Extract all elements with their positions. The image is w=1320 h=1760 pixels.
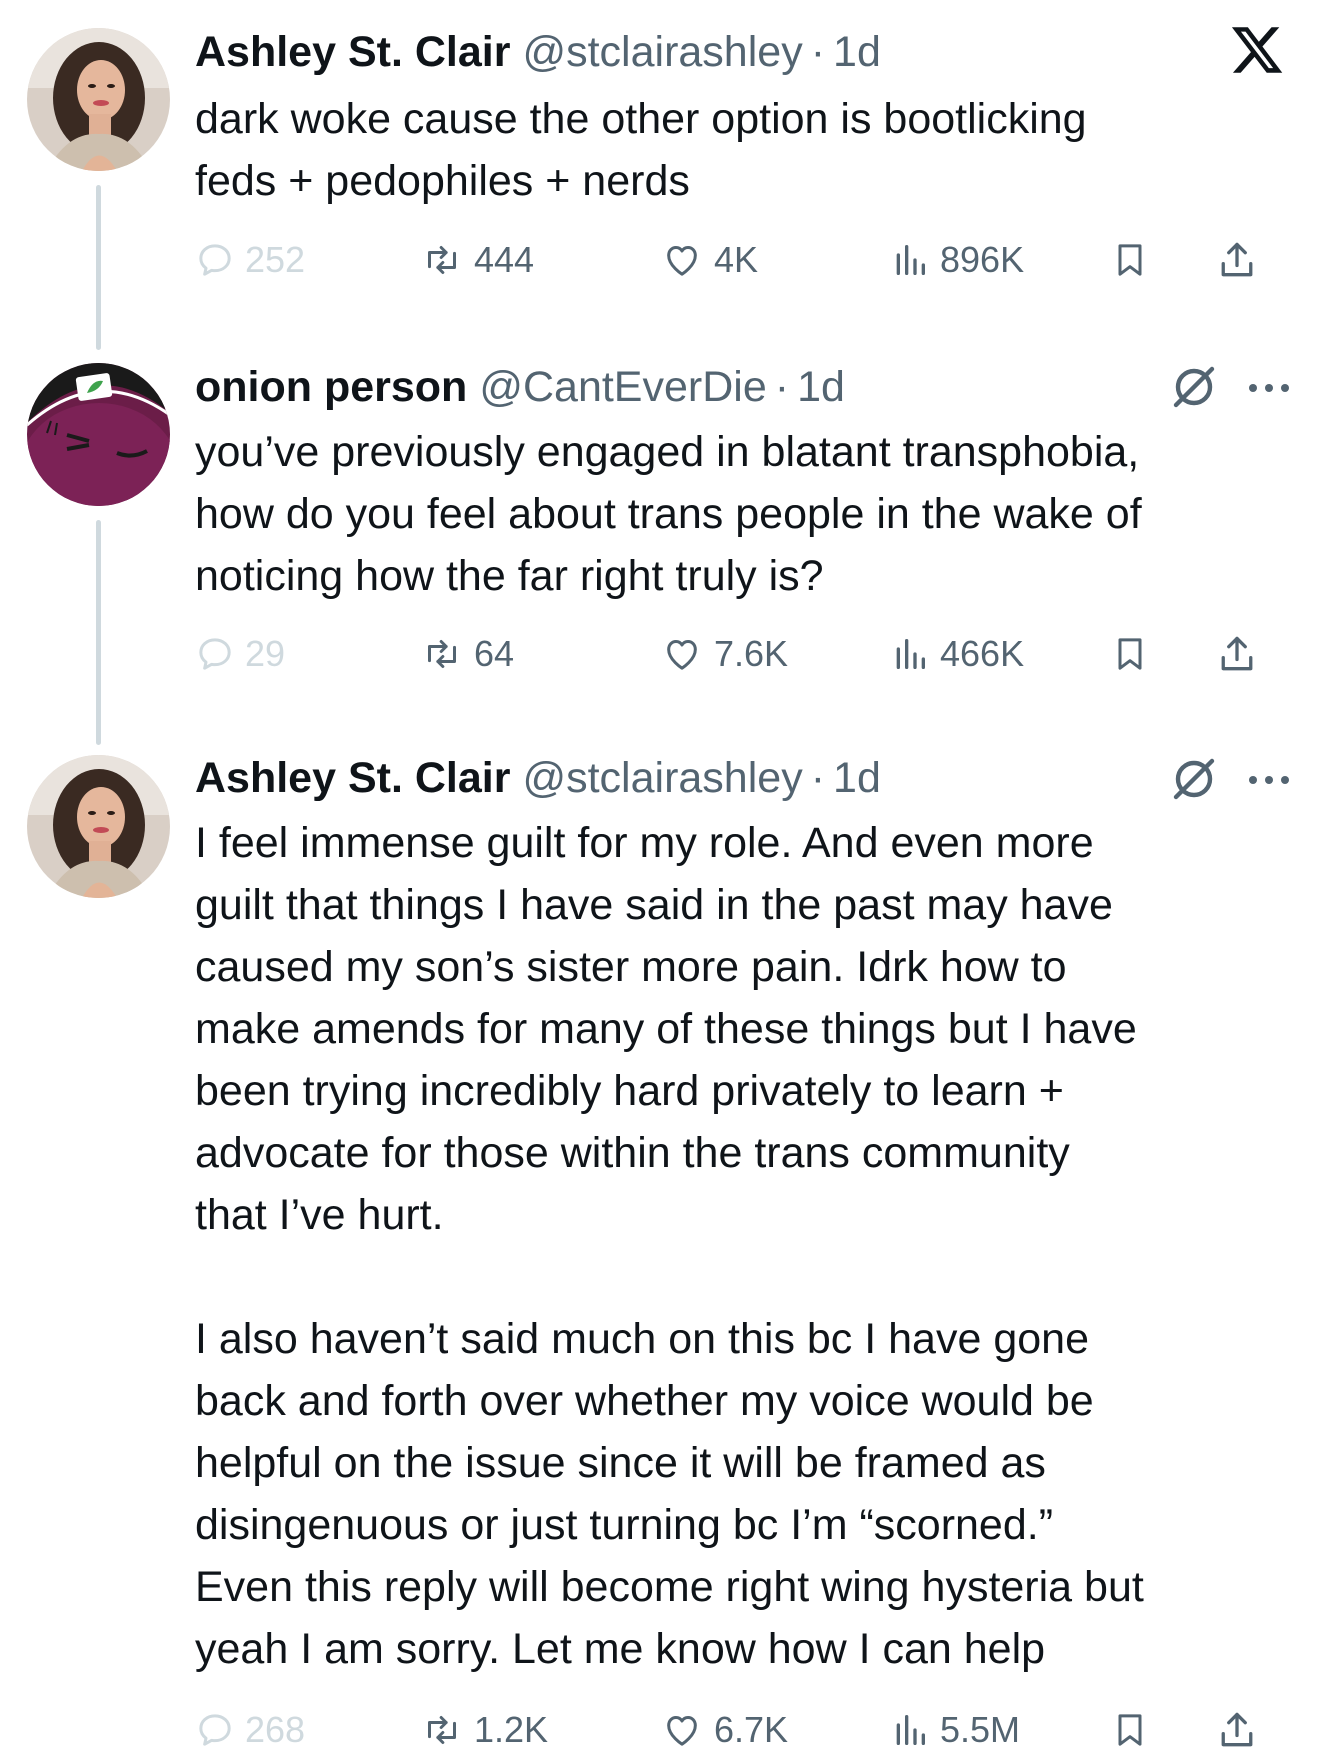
- views-count: 5.5M: [940, 1709, 1021, 1750]
- share-button[interactable]: [1215, 1700, 1259, 1760]
- more-icon[interactable]: [1245, 378, 1293, 398]
- repost-icon: [428, 246, 456, 274]
- like-count: 7.6K: [714, 633, 789, 674]
- more-icon[interactable]: [1245, 770, 1293, 790]
- reply-count: 29: [245, 633, 286, 674]
- share-icon: [1221, 1712, 1253, 1747]
- views-icon: [896, 245, 925, 275]
- user-handle[interactable]: @CantEverDie: [479, 355, 766, 419]
- display-name[interactable]: Ashley St. Clair: [195, 20, 510, 84]
- tweet-text: you’ve previously engaged in blatant tra…: [195, 428, 1142, 600]
- repost-button[interactable]: 64: [420, 624, 514, 684]
- grok-icon[interactable]: [1170, 363, 1218, 411]
- avatar[interactable]: [27, 28, 170, 171]
- reply-button[interactable]: 252: [195, 230, 305, 290]
- action-bar: 268 1.2K 6.7K 5.5M: [195, 1700, 1295, 1758]
- separator: ·: [774, 363, 790, 411]
- user-handle[interactable]: @stclairashley: [522, 20, 802, 84]
- separator: ·: [810, 28, 826, 76]
- tweet-text: I feel immense guilt for my role. And ev…: [195, 819, 1144, 1673]
- timestamp[interactable]: 1d: [833, 20, 881, 84]
- share-icon: [1221, 636, 1253, 671]
- tweet-header: onion person @CantEverDie · 1d: [195, 355, 1290, 419]
- share-button[interactable]: [1215, 230, 1259, 290]
- timestamp[interactable]: 1d: [797, 355, 845, 419]
- views-button[interactable]: 896K: [890, 230, 1024, 290]
- action-bar: 29 64 7.6K 466K: [195, 624, 1295, 684]
- repost-icon: [428, 1716, 456, 1744]
- views-button[interactable]: 5.5M: [890, 1700, 1020, 1760]
- like-button[interactable]: 4K: [660, 230, 758, 290]
- tweet-header: Ashley St. Clair @stclairashley · 1d: [195, 746, 1290, 810]
- reply-icon: [199, 638, 231, 670]
- like-count: 4K: [714, 239, 759, 280]
- action-bar: 252 444 4K 896K: [195, 230, 1295, 290]
- bookmark-icon: [1118, 1714, 1142, 1746]
- repost-count: 64: [474, 633, 515, 674]
- like-button[interactable]: 7.6K: [660, 624, 788, 684]
- display-name[interactable]: onion person: [195, 355, 467, 419]
- repost-button[interactable]: 1.2K: [420, 1700, 548, 1760]
- reply-icon: [199, 244, 231, 276]
- reply-icon: [199, 1714, 231, 1746]
- share-button[interactable]: [1215, 624, 1259, 684]
- repost-icon: [428, 640, 456, 668]
- bookmark-icon: [1118, 244, 1142, 276]
- heart-icon: [667, 246, 697, 276]
- avatar[interactable]: [27, 755, 170, 898]
- grok-icon[interactable]: [1170, 755, 1218, 803]
- views-button[interactable]: 466K: [890, 624, 1024, 684]
- user-handle[interactable]: @stclairashley: [522, 746, 802, 810]
- reply-button[interactable]: 29: [195, 624, 285, 684]
- tweet-header: Ashley St. Clair @stclairashley · 1d: [195, 20, 1290, 84]
- reply-count: 268: [245, 1709, 306, 1750]
- display-name[interactable]: Ashley St. Clair: [195, 746, 510, 810]
- separator: ·: [810, 754, 826, 802]
- like-count: 6.7K: [714, 1709, 789, 1750]
- bookmark-button[interactable]: [1110, 230, 1150, 290]
- views-icon: [896, 1715, 925, 1745]
- views-count: 466K: [940, 633, 1025, 674]
- views-icon: [896, 639, 925, 669]
- repost-count: 1.2K: [474, 1709, 549, 1750]
- like-button[interactable]: 6.7K: [660, 1700, 788, 1760]
- heart-icon: [667, 640, 697, 670]
- repost-button[interactable]: 444: [420, 230, 534, 290]
- repost-count: 444: [474, 239, 535, 280]
- thread-line: [96, 185, 101, 350]
- timestamp[interactable]: 1d: [833, 746, 881, 810]
- bookmark-button[interactable]: [1110, 1700, 1150, 1760]
- heart-icon: [667, 1716, 697, 1746]
- views-count: 896K: [940, 239, 1025, 280]
- bookmark-button[interactable]: [1110, 624, 1150, 684]
- share-icon: [1221, 242, 1253, 277]
- tweet-text: dark woke cause the other option is boot…: [195, 95, 1087, 205]
- bookmark-icon: [1118, 638, 1142, 670]
- reply-count: 252: [245, 239, 306, 280]
- thread-line: [96, 520, 101, 745]
- avatar[interactable]: [27, 363, 170, 506]
- reply-button[interactable]: 268: [195, 1700, 305, 1760]
